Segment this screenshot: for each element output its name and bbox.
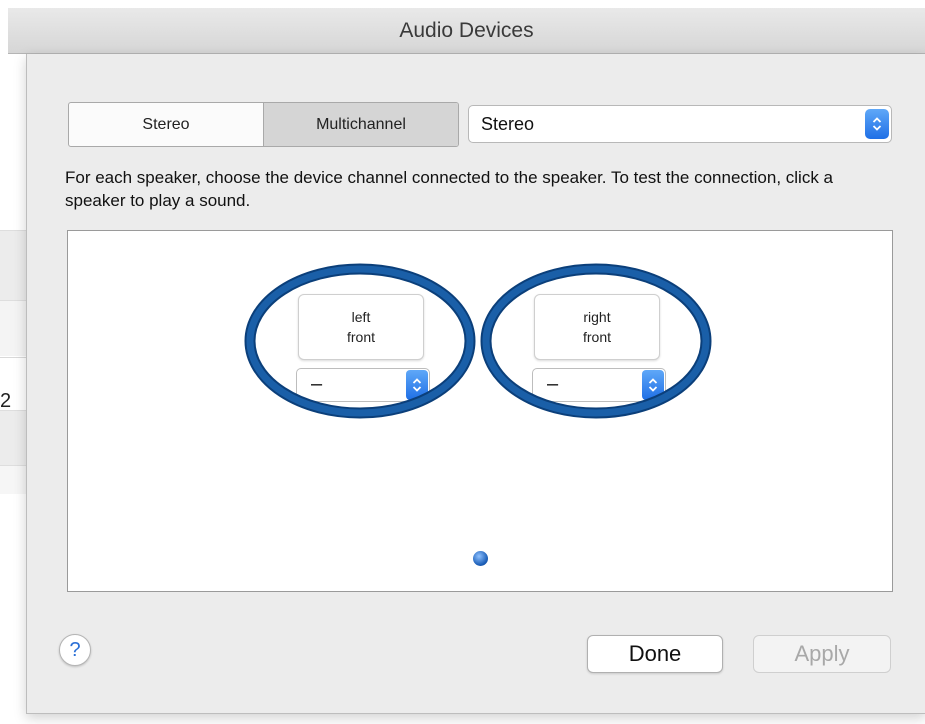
chevron-updown-icon (406, 370, 428, 400)
speaker-label: right front (567, 307, 627, 347)
tab-multichannel[interactable]: Multichannel (263, 103, 458, 146)
instructions-text: For each speaker, choose the device chan… (65, 168, 834, 210)
speaker-label-line: front (582, 329, 611, 345)
background-row (0, 465, 26, 494)
speaker-label: left front (331, 307, 391, 347)
background-row (0, 230, 26, 301)
channel-value: – (547, 373, 559, 395)
window-title-bar[interactable]: Audio Devices (8, 8, 925, 54)
done-button[interactable]: Done (587, 635, 723, 673)
mode-segmented-control: Stereo Multichannel (68, 102, 459, 147)
speaker-left-front-button[interactable]: left front (298, 294, 424, 360)
chevron-updown-icon (642, 370, 664, 400)
speaker-left-front-channel-popup[interactable]: – (296, 368, 430, 402)
speaker-right-front-channel-popup[interactable]: – (532, 368, 666, 402)
apply-button[interactable]: Apply (753, 635, 891, 673)
background-divider (0, 357, 26, 358)
background-text-fragment: 2 (0, 390, 12, 412)
listener-dot-icon (473, 551, 488, 566)
speaker-left-front: left front – (296, 294, 430, 402)
speaker-label-line: right (583, 309, 611, 325)
speaker-label-line: left (351, 309, 371, 325)
tab-stereo[interactable]: Stereo (69, 103, 263, 146)
screen: 2 Audio Devices Stereo Multichannel Ster… (0, 0, 925, 724)
question-mark-icon: ? (69, 638, 81, 661)
speaker-layout-area: left front – right front – (67, 230, 893, 592)
background-row (0, 410, 26, 466)
background-row (0, 300, 26, 356)
speaker-label-line: front (346, 329, 375, 345)
window-title: Audio Devices (399, 19, 534, 42)
channel-value: – (311, 373, 323, 395)
speaker-right-front: right front – (532, 294, 666, 402)
speaker-right-front-button[interactable]: right front (534, 294, 660, 360)
chevron-updown-icon (865, 109, 889, 139)
help-button[interactable]: ? (59, 634, 91, 666)
configuration-popup-value: Stereo (481, 114, 535, 134)
audio-devices-sheet: Stereo Multichannel Stereo For each spea… (26, 54, 925, 714)
configuration-popup[interactable]: Stereo (468, 105, 892, 143)
annotation-highlight-overlay (244, 263, 712, 419)
